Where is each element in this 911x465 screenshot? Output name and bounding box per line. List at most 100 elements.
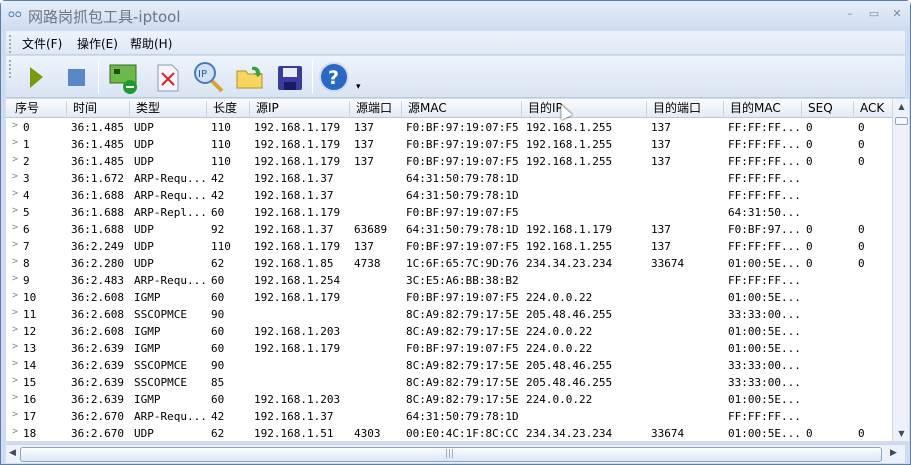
menu-grip[interactable] [9, 35, 11, 53]
cell-type: ARP-Requ... [134, 274, 207, 287]
expand-row-icon[interactable]: > [12, 154, 18, 165]
table-row[interactable]: >4 36:1.688 ARP-Requ... 42 192.168.1.37 64:31… [6, 187, 892, 204]
packet-table: 序号 时间 类型 长度 源IP 源端口 源MAC 目的IP 目的端口 目的MAC SEQ ACK >0… [6, 99, 892, 441]
expand-row-icon[interactable]: > [12, 409, 18, 420]
expand-row-icon[interactable]: > [12, 358, 18, 369]
save-icon [278, 66, 302, 90]
table-row[interactable]: >3 36:1.672 ARP-Requ... 42 192.168.1.37 64:31… [6, 170, 892, 187]
column-header-length[interactable]: 长度 [206, 101, 237, 116]
cell-src-ip: 192.168.1.203 [254, 325, 341, 338]
network-adapter-button[interactable] [106, 61, 138, 94]
cell-dst-ip: 205.48.46.255 [526, 359, 613, 372]
table-row[interactable]: >18 36:2.670 UDP 62 192.168.1.51 4303 00:E0:4C… [6, 425, 892, 441]
expand-row-icon[interactable]: > [12, 188, 18, 199]
cell-src-port: 137 [354, 138, 374, 151]
expand-row-icon[interactable]: > [12, 375, 18, 386]
cell-time: 36:1.485 [71, 121, 124, 134]
minimize-button[interactable]: – [841, 7, 859, 21]
expand-row-icon[interactable]: > [12, 120, 18, 131]
column-header-src-mac[interactable]: 源MAC [401, 101, 447, 116]
table-row[interactable]: >1 36:1.485 UDP 110 192.168.1.179 137 F0:BF:97… [6, 136, 892, 153]
cell-length: 60 [211, 393, 225, 406]
stop-capture-button[interactable] [60, 61, 92, 93]
menu-file[interactable]: 文件(F) [22, 35, 62, 52]
table-row[interactable]: >12 36:2.608 IGMP 60 192.168.1.203 8C:A9:82:7… [6, 323, 892, 340]
cell-src-mac: 64:31:50:79:78:1D [406, 172, 519, 185]
table-row[interactable]: >9 36:2.483 ARP-Requ... 60 192.168.1.254 3C:E… [6, 272, 892, 289]
toolbar-grip[interactable] [9, 60, 11, 78]
expand-row-icon[interactable]: > [12, 222, 18, 233]
cell-src-mac: F0:BF:97:19:07:F5 [406, 206, 519, 219]
expand-row-icon[interactable]: > [12, 137, 18, 148]
menu-operate[interactable]: 操作(E) [77, 35, 118, 52]
table-row[interactable]: >7 36:2.249 UDP 110 192.168.1.179 137 F0:BF:97… [6, 238, 892, 255]
vertical-scroll-thumb[interactable] [895, 117, 908, 125]
ip-search-button[interactable]: IP [192, 61, 224, 93]
menu-help[interactable]: 帮助(H) [130, 35, 172, 52]
expand-row-icon[interactable]: > [12, 324, 18, 335]
expand-row-icon[interactable]: > [12, 290, 18, 301]
cell-dst-port: 137 [651, 240, 671, 253]
expand-row-icon[interactable]: > [12, 239, 18, 250]
cell-type: UDP [134, 223, 154, 236]
cell-dst-port: 33674 [651, 257, 685, 270]
table-row[interactable]: >11 36:2.608 SSCOPMCE 90 8C:A9:82:79:17:5E 20… [6, 306, 892, 323]
column-header-src-port[interactable]: 源端口 [349, 101, 392, 116]
column-header-dst-mac[interactable]: 目的MAC [723, 101, 781, 116]
table-row[interactable]: >16 36:2.639 IGMP 60 192.168.1.203 8C:A9:82:7… [6, 391, 892, 408]
scroll-right-icon[interactable]: ▶ [890, 448, 897, 458]
svg-text:?: ? [328, 67, 339, 89]
expand-row-icon[interactable]: > [12, 341, 18, 352]
expand-row-icon[interactable]: > [12, 426, 18, 437]
table-row[interactable]: >17 36:2.670 ARP-Requ... 42 192.168.1.37 64:3… [6, 408, 892, 425]
column-header-seq-no[interactable]: 序号 [9, 101, 39, 116]
scroll-up-icon[interactable]: ▲ [895, 102, 908, 111]
cell-seq: 0 [806, 138, 813, 151]
cell-dst-ip: 224.0.0.22 [526, 325, 593, 338]
close-button[interactable]: ✕ [888, 7, 906, 21]
cell-length: 90 [211, 359, 225, 372]
table-row[interactable]: >15 36:2.639 SSCOPMCE 85 8C:A9:82:79:17:5E 20… [6, 374, 892, 391]
scroll-left-icon[interactable]: ◀ [9, 448, 16, 458]
table-row[interactable]: >0 36:1.485 UDP 110 192.168.1.179 137 F0:BF:97… [6, 119, 892, 136]
toolbar-overflow-icon[interactable]: ▾ [356, 82, 361, 92]
table-row[interactable]: >10 36:2.608 IGMP 60 192.168.1.179 F0:BF:97:1… [6, 289, 892, 306]
table-row[interactable]: >6 36:1.688 UDP 92 192.168.1.37 63689 64:31:50… [6, 221, 892, 238]
table-row[interactable]: >2 36:1.485 UDP 110 192.168.1.179 137 F0:BF:97… [6, 153, 892, 170]
column-header-time[interactable]: 时间 [66, 101, 97, 116]
column-header-src-ip[interactable]: 源IP [249, 101, 279, 116]
cell-seq-no: 1 [23, 138, 30, 151]
cell-src-mac: F0:BF:97:19:07:F5 [406, 138, 519, 151]
table-row[interactable]: >8 36:2.280 UDP 62 192.168.1.85 4738 1C:6F:65:… [6, 255, 892, 272]
cell-time: 36:2.639 [71, 359, 124, 372]
expand-row-icon[interactable]: > [12, 307, 18, 318]
cell-src-ip: 192.168.1.203 [254, 393, 341, 406]
expand-row-icon[interactable]: > [12, 273, 18, 284]
column-header-type[interactable]: 类型 [129, 101, 160, 116]
cell-ack: 0 [858, 155, 865, 168]
column-header-ack[interactable]: ACK [853, 101, 884, 116]
column-header-dst-port[interactable]: 目的端口 [646, 101, 701, 116]
cell-src-ip: 192.168.1.254 [254, 274, 341, 287]
expand-row-icon[interactable]: > [12, 256, 18, 267]
save-button[interactable] [274, 61, 306, 93]
expand-row-icon[interactable]: > [12, 171, 18, 182]
help-button[interactable]: ? [318, 61, 350, 93]
column-header-seq[interactable]: SEQ [801, 101, 833, 116]
table-row[interactable]: >14 36:2.639 SSCOPMCE 90 8C:A9:82:79:17:5E 20… [6, 357, 892, 374]
cell-type: IGMP [134, 342, 161, 355]
open-button[interactable] [234, 61, 266, 93]
scroll-down-icon[interactable]: ▼ [895, 429, 908, 438]
table-row[interactable]: >13 36:2.639 IGMP 60 192.168.1.179 F0:BF:97:1… [6, 340, 892, 357]
start-capture-button[interactable] [20, 61, 52, 93]
table-row[interactable]: >5 36:1.688 ARP-Repl... 60 192.168.1.179 F0:B… [6, 204, 892, 221]
horizontal-scrollbar[interactable]: ◀ ||| ▶ [6, 444, 905, 463]
cell-dst-mac: 01:00:5E... [728, 427, 801, 440]
vertical-scrollbar[interactable]: ▲ ▼ [892, 99, 909, 441]
expand-row-icon[interactable]: > [12, 392, 18, 403]
horizontal-scroll-thumb[interactable]: ||| [20, 447, 882, 462]
expand-row-icon[interactable]: > [12, 205, 18, 216]
clear-button[interactable] [152, 61, 184, 93]
cell-time: 36:2.639 [71, 376, 124, 389]
maximize-button[interactable]: ▭ [865, 7, 883, 21]
